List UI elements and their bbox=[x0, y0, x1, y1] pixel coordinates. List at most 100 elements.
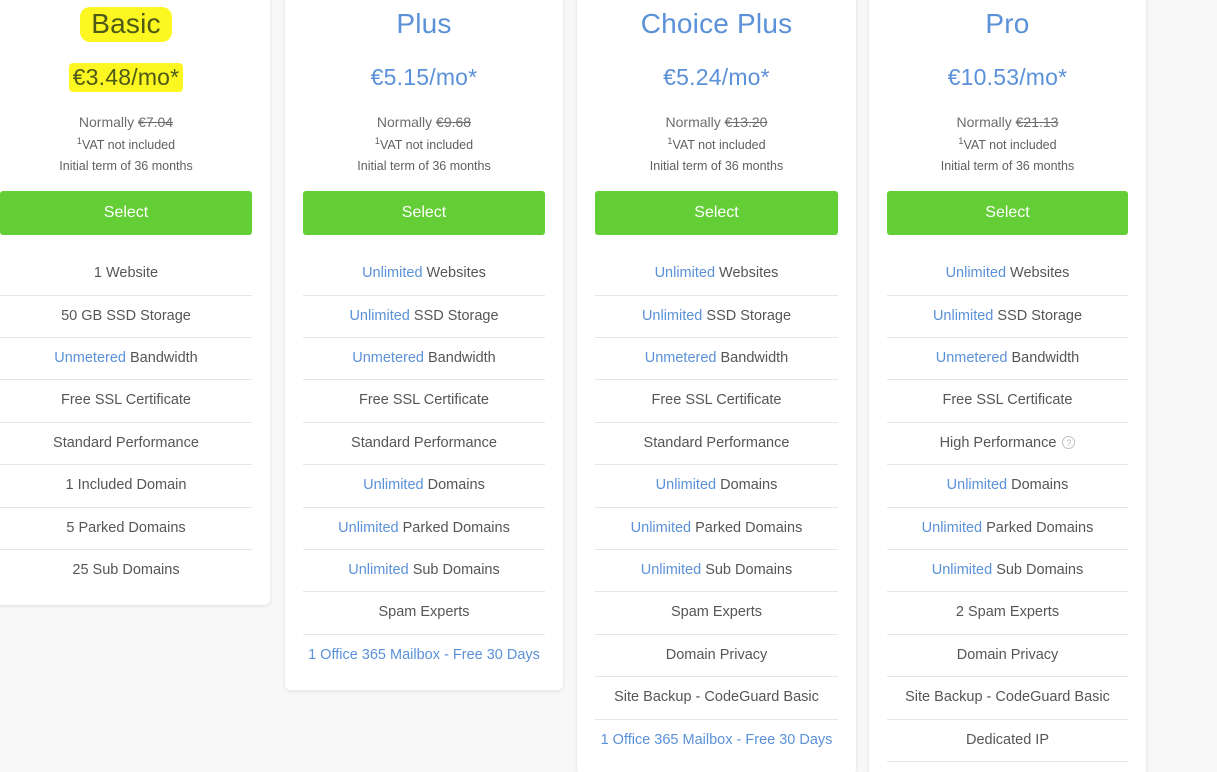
feature-label: Standard Performance bbox=[351, 434, 497, 451]
pricing-plans-comparison: Basic €3.48/mo* Normally €7.04 1VAT not inc… bbox=[0, 0, 1217, 772]
feature-item: Site Backup - CodeGuard Basic bbox=[887, 676, 1128, 718]
feature-label: Websites bbox=[715, 265, 779, 282]
select-button-choice-plus[interactable]: Select bbox=[595, 191, 838, 236]
normal-price-value: €7.04 bbox=[138, 113, 174, 130]
feature-item: 2 Spam Experts bbox=[887, 591, 1128, 633]
feature-highlight-word: Unmetered bbox=[54, 350, 126, 367]
feature-label: Bandwidth bbox=[423, 350, 496, 367]
feature-item: Unlimited Domains bbox=[887, 464, 1128, 506]
select-button-plus[interactable]: Select bbox=[303, 191, 545, 236]
feature-label: 25 Sub Domains bbox=[72, 562, 180, 579]
feature-label: Domain Privacy bbox=[956, 646, 1059, 663]
feature-highlight-word: Unlimited bbox=[655, 477, 717, 494]
feature-item: Unlimited Parked Domains bbox=[887, 506, 1128, 549]
feature-item: Free SSL Certificate bbox=[595, 379, 838, 421]
plan-name-basic: Basic bbox=[0, 6, 252, 42]
feature-item: Standard Performance bbox=[0, 421, 252, 464]
feature-item: Unlimited Parked Domains bbox=[303, 506, 545, 549]
feature-item: Unlimited Sub Domains bbox=[595, 549, 838, 591]
vat-note-text: VAT not included bbox=[672, 138, 766, 153]
feature-label: Sub Domains bbox=[408, 562, 500, 579]
feature-highlight-word: Unlimited bbox=[945, 265, 1007, 282]
feature-label: Site Backup - CodeGuard Basic bbox=[905, 689, 1110, 706]
vat-note-pro: 1VAT not included bbox=[887, 135, 1128, 154]
feature-label: Websites bbox=[1006, 265, 1070, 282]
feature-item: Unlimited SSD Storage bbox=[595, 294, 838, 337]
feature-label: 2 Spam Experts bbox=[955, 604, 1060, 621]
feature-label: 1 Office 365 Mailbox - Free 30 Days bbox=[600, 731, 833, 748]
term-note-plus: Initial term of 36 months bbox=[357, 159, 491, 174]
feature-highlight-word: Unlimited bbox=[640, 562, 702, 579]
plan-normal-price-pro: Normally €21.13 bbox=[887, 112, 1128, 132]
term-note-choice-plus: Initial term of 36 months bbox=[649, 159, 784, 174]
feature-label: Dedicated IP bbox=[965, 731, 1050, 748]
feature-link[interactable]: 1 Office 365 Mailbox - Free 30 Days bbox=[595, 718, 838, 761]
feature-highlight-word: Unlimited bbox=[641, 307, 703, 324]
plan-card-pro: Pro €10.53/mo* Normally €21.13 1VAT not inc… bbox=[869, 0, 1146, 772]
feature-item: Spam Experts bbox=[595, 591, 838, 633]
feature-list-choice-plus: Unlimited Websites Unlimited SSD Storage U… bbox=[595, 253, 838, 761]
feature-item: Unlimited Websites bbox=[303, 253, 545, 294]
normal-price-value: €13.20 bbox=[724, 113, 768, 130]
feature-label: Free SSL Certificate bbox=[651, 392, 782, 409]
feature-label: 50 GB SSD Storage bbox=[61, 307, 191, 324]
feature-item: Spam Experts bbox=[303, 591, 545, 633]
vat-note-text: VAT not included bbox=[379, 138, 474, 153]
plan-name-text: Choice Plus bbox=[640, 8, 793, 39]
vat-note-text: VAT not included bbox=[81, 138, 176, 153]
feature-label: Free SSL Certificate bbox=[942, 392, 1073, 409]
vat-note-choice-plus: 1VAT not included bbox=[595, 135, 838, 154]
plan-name-pro: Pro bbox=[887, 6, 1128, 41]
plan-name-plus: Plus bbox=[303, 6, 545, 41]
feature-label: Domains bbox=[1007, 477, 1069, 494]
feature-link[interactable]: 1 Office 365 Mailbox - Free 30 Days bbox=[887, 760, 1128, 772]
feature-label: Sub Domains bbox=[701, 562, 793, 579]
feature-list-pro: Unlimited Websites Unlimited SSD Storage U… bbox=[887, 253, 1128, 772]
plan-price-text: €10.53/mo* bbox=[947, 64, 1068, 90]
plan-name-text: Pro bbox=[985, 8, 1030, 39]
feature-highlight-word: Unlimited bbox=[654, 265, 716, 282]
feature-highlight-word: Unmetered bbox=[644, 350, 717, 367]
feature-item: Unlimited Sub Domains bbox=[887, 549, 1128, 591]
feature-label: 5 Parked Domains bbox=[66, 519, 186, 536]
feature-label: Bandwidth bbox=[125, 350, 198, 367]
term-note-basic: Initial term of 36 months bbox=[59, 159, 193, 174]
feature-highlight-word: Unmetered bbox=[352, 350, 424, 367]
feature-item: Domain Privacy bbox=[887, 633, 1128, 676]
feature-item: Free SSL Certificate bbox=[0, 379, 252, 421]
plan-name-text: Basic bbox=[80, 7, 172, 42]
feature-item: Unmetered Bandwidth bbox=[595, 337, 838, 379]
feature-label: Domains bbox=[716, 477, 778, 494]
vat-note-text: VAT not included bbox=[963, 138, 1057, 153]
normally-label: Normally bbox=[376, 113, 433, 130]
feature-item: Standard Performance bbox=[303, 421, 545, 464]
feature-label: Websites bbox=[422, 265, 486, 282]
vat-note-basic: 1VAT not included bbox=[0, 135, 252, 154]
normally-label: Normally bbox=[956, 113, 1012, 130]
plan-price-plus: €5.15/mo* bbox=[303, 64, 545, 92]
feature-item: Unlimited Websites bbox=[595, 253, 838, 294]
feature-item: Unmetered Bandwidth bbox=[303, 337, 545, 379]
feature-item: Unlimited SSD Storage bbox=[887, 294, 1128, 337]
feature-label: 1 Office 365 Mailbox - Free 30 Days bbox=[308, 646, 540, 663]
help-icon[interactable]: ? bbox=[1062, 435, 1076, 449]
plan-price-text: €5.15/mo* bbox=[370, 64, 478, 90]
feature-label: Bandwidth bbox=[716, 350, 789, 367]
feature-highlight-word: Unlimited bbox=[630, 519, 692, 536]
feature-item: Unlimited Parked Domains bbox=[595, 506, 838, 549]
feature-item: Unlimited Websites bbox=[887, 253, 1128, 294]
feature-item: Dedicated IP bbox=[887, 718, 1128, 761]
feature-item: High Performance? bbox=[887, 421, 1128, 464]
select-button-basic[interactable]: Select bbox=[0, 191, 252, 236]
feature-item: Unmetered Bandwidth bbox=[887, 337, 1128, 379]
normally-label: Normally bbox=[665, 113, 721, 130]
normal-price-value: €21.13 bbox=[1015, 113, 1059, 130]
feature-label: Free SSL Certificate bbox=[358, 392, 489, 409]
select-button-pro[interactable]: Select bbox=[887, 191, 1128, 236]
feature-link[interactable]: 1 Office 365 Mailbox - Free 30 Days bbox=[303, 633, 545, 676]
plan-price-basic: €3.48/mo* bbox=[0, 63, 252, 92]
feature-item: Domain Privacy bbox=[595, 633, 838, 676]
feature-label: Spam Experts bbox=[378, 604, 470, 621]
plan-card-plus: Plus €5.15/mo* Normally €9.68 1VAT not incl… bbox=[285, 0, 563, 691]
plan-price-text: €3.48/mo* bbox=[68, 63, 184, 92]
